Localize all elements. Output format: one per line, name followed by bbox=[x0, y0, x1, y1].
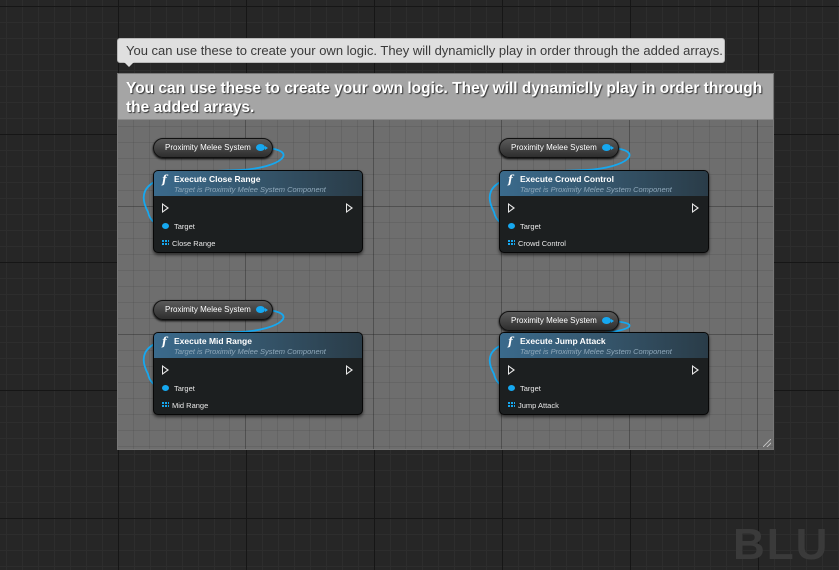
exec-in-pin-icon[interactable] bbox=[508, 203, 515, 213]
array-pin[interactable]: Crowd Control bbox=[508, 238, 566, 250]
array-label: Crowd Control bbox=[518, 239, 566, 248]
object-pin-icon[interactable] bbox=[602, 144, 614, 151]
exec-in-pin-icon[interactable] bbox=[162, 203, 169, 213]
array-pin-icon[interactable] bbox=[508, 401, 515, 409]
target-pin[interactable]: Target bbox=[162, 383, 195, 395]
array-pin[interactable]: Mid Range bbox=[162, 400, 208, 412]
exec-in-pin-icon[interactable] bbox=[162, 365, 169, 375]
exec-out-pin-icon[interactable] bbox=[346, 365, 353, 375]
object-pin-icon[interactable] bbox=[602, 317, 614, 324]
object-pin-icon[interactable] bbox=[162, 385, 169, 392]
target-pin[interactable]: Target bbox=[508, 221, 541, 233]
target-pin[interactable]: Target bbox=[508, 383, 541, 395]
exec-out-pin-icon[interactable] bbox=[692, 203, 699, 213]
function-icon: f bbox=[162, 335, 167, 348]
object-pin-icon[interactable] bbox=[256, 306, 268, 313]
array-label: Jump Attack bbox=[518, 401, 559, 410]
watermark: BLU bbox=[733, 520, 830, 569]
function-icon: f bbox=[162, 173, 167, 186]
target-pin[interactable]: Target bbox=[162, 221, 195, 233]
variable-node-proximity-melee-system[interactable]: Proximity Melee System bbox=[499, 138, 619, 158]
array-pin-icon[interactable] bbox=[162, 401, 169, 409]
array-pin[interactable]: Close Range bbox=[162, 238, 215, 250]
variable-node-proximity-melee-system[interactable]: Proximity Melee System bbox=[499, 311, 619, 331]
function-icon: f bbox=[508, 335, 513, 348]
array-label: Mid Range bbox=[172, 401, 209, 410]
function-node-execute-mid-range[interactable]: f Execute Mid Range Target is Proximity … bbox=[153, 332, 363, 415]
variable-label: Proximity Melee System bbox=[511, 316, 597, 325]
exec-out-pin-icon[interactable] bbox=[346, 203, 353, 213]
exec-in-pin-icon[interactable] bbox=[508, 365, 515, 375]
variable-node-proximity-melee-system[interactable]: Proximity Melee System bbox=[153, 300, 273, 320]
function-header: f Execute Jump Attack Target is Proximit… bbox=[500, 333, 708, 358]
tooltip-tail bbox=[124, 62, 134, 67]
function-subtitle: Target is Proximity Melee System Compone… bbox=[520, 185, 672, 194]
function-subtitle: Target is Proximity Melee System Compone… bbox=[520, 347, 672, 356]
array-label: Close Range bbox=[172, 239, 216, 248]
tooltip: You can use these to create your own log… bbox=[117, 38, 725, 63]
object-pin-icon[interactable] bbox=[508, 385, 515, 392]
function-node-execute-crowd-control[interactable]: f Execute Crowd Control Target is Proxim… bbox=[499, 170, 709, 253]
function-title: Execute Jump Attack bbox=[520, 336, 606, 346]
array-pin-icon[interactable] bbox=[162, 239, 169, 247]
function-icon: f bbox=[508, 173, 513, 186]
function-header: f Execute Mid Range Target is Proximity … bbox=[154, 333, 362, 358]
variable-node-proximity-melee-system[interactable]: Proximity Melee System bbox=[153, 138, 273, 158]
array-pin-icon[interactable] bbox=[508, 239, 515, 247]
object-pin-icon[interactable] bbox=[256, 144, 268, 151]
exec-out-pin-icon[interactable] bbox=[692, 365, 699, 375]
function-title: Execute Crowd Control bbox=[520, 174, 614, 184]
function-node-execute-close-range[interactable]: f Execute Close Range Target is Proximit… bbox=[153, 170, 363, 253]
resize-grip-icon[interactable] bbox=[763, 439, 771, 447]
function-node-execute-jump-attack[interactable]: f Execute Jump Attack Target is Proximit… bbox=[499, 332, 709, 415]
function-title: Execute Close Range bbox=[174, 174, 261, 184]
function-header: f Execute Crowd Control Target is Proxim… bbox=[500, 171, 708, 196]
target-label: Target bbox=[174, 222, 195, 231]
comment-header[interactable]: You can use these to create your own log… bbox=[118, 74, 773, 120]
target-label: Target bbox=[174, 384, 195, 393]
variable-label: Proximity Melee System bbox=[165, 305, 251, 314]
variable-label: Proximity Melee System bbox=[165, 143, 251, 152]
function-subtitle: Target is Proximity Melee System Compone… bbox=[174, 347, 326, 356]
variable-label: Proximity Melee System bbox=[511, 143, 597, 152]
comment-title[interactable]: You can use these to create your own log… bbox=[126, 79, 766, 117]
array-pin[interactable]: Jump Attack bbox=[508, 400, 559, 412]
function-header: f Execute Close Range Target is Proximit… bbox=[154, 171, 362, 196]
function-subtitle: Target is Proximity Melee System Compone… bbox=[174, 185, 326, 194]
object-pin-icon[interactable] bbox=[508, 223, 515, 230]
object-pin-icon[interactable] bbox=[162, 223, 169, 230]
target-label: Target bbox=[520, 384, 541, 393]
target-label: Target bbox=[520, 222, 541, 231]
function-title: Execute Mid Range bbox=[174, 336, 252, 346]
